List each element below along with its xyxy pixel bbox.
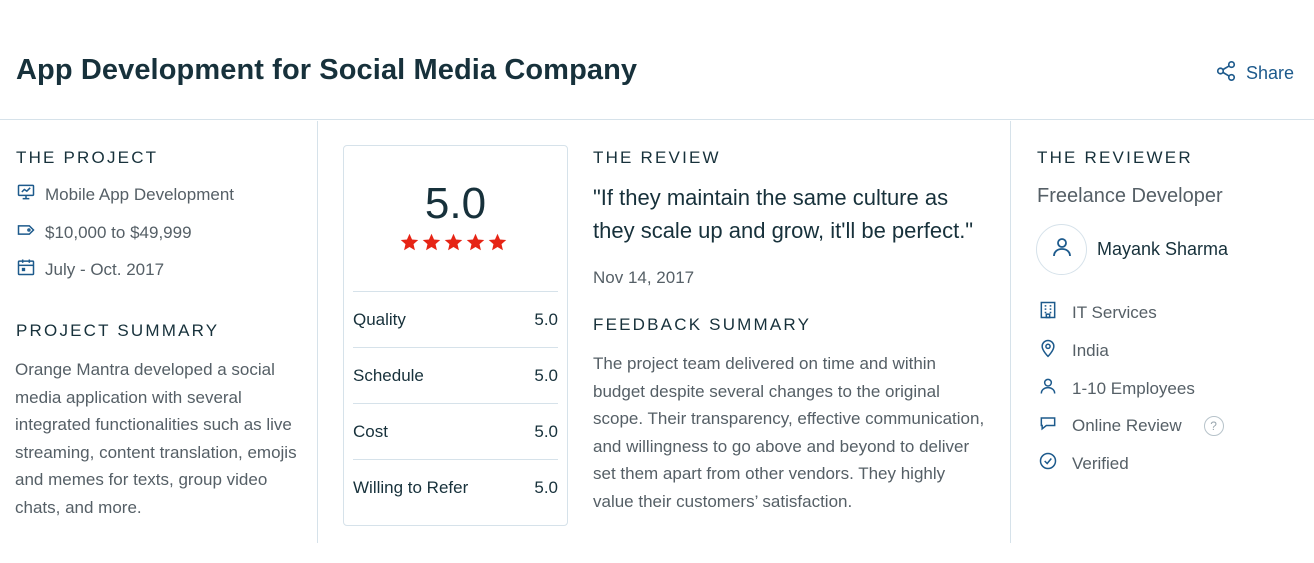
location-pin-icon (1038, 338, 1058, 363)
star-rating (399, 232, 508, 258)
review-section-label: THE REVIEW (593, 148, 721, 167)
building-icon (1038, 300, 1058, 325)
rating-card: 5.0 Quality 5.0 Schedule 5.0 Cost 5.0 Wi… (343, 145, 568, 526)
user-icon (1050, 235, 1074, 264)
column-divider (1010, 121, 1011, 543)
calendar-icon (16, 257, 36, 282)
score-value: 5.0 (534, 365, 558, 385)
project-service: Mobile App Development (16, 182, 234, 207)
star-icon (487, 232, 508, 258)
share-label: Share (1246, 63, 1295, 83)
project-section-label: THE PROJECT (16, 148, 159, 167)
project-summary-label: PROJECT SUMMARY (16, 321, 220, 340)
project-dates-text: July - Oct. 2017 (45, 259, 165, 279)
reviewer-verified-text: Verified (1072, 453, 1129, 473)
help-icon[interactable]: ? (1203, 415, 1224, 436)
score-label: Schedule (353, 365, 424, 385)
reviewer-location-text: India (1072, 340, 1109, 360)
reviewer-company-size: 1-10 Employees (1038, 376, 1195, 401)
reviewer-role: Freelance Developer (1037, 185, 1223, 207)
reviewer-review-type-text: Online Review (1072, 415, 1182, 435)
project-budget-text: $10,000 to $49,999 (45, 222, 192, 242)
price-tag-icon (16, 220, 36, 245)
score-row-cost: Cost 5.0 (353, 403, 558, 459)
project-summary-text: Orange Mantra developed a social media a… (15, 360, 297, 517)
score-label: Quality (353, 309, 406, 329)
reviewer-review-type: Online Review ? (1038, 413, 1224, 438)
review-quote: "If they maintain the same culture as th… (593, 185, 974, 243)
star-icon (421, 232, 442, 258)
reviewer-verified: Verified (1038, 451, 1129, 476)
project-dates: July - Oct. 2017 (16, 257, 164, 282)
score-label: Willing to Refer (353, 477, 469, 497)
reviewer-industry: IT Services (1038, 300, 1157, 325)
chat-bubble-icon (1038, 413, 1058, 438)
score-value: 5.0 (534, 309, 558, 329)
column-divider (317, 121, 318, 543)
review-date: Nov 14, 2017 (593, 268, 695, 287)
page-title: App Development for Social Media Company (16, 54, 638, 86)
overall-rating: 5.0 (424, 179, 487, 228)
project-budget: $10,000 to $49,999 (16, 220, 192, 245)
share-icon (1215, 60, 1237, 87)
feedback-summary-text: The project team delivered on time and w… (593, 354, 985, 511)
reviewer-industry-text: IT Services (1072, 302, 1157, 322)
avatar (1036, 224, 1087, 275)
presentation-icon (16, 182, 36, 207)
reviewer-name: Mayank Sharma (1097, 239, 1229, 259)
star-icon (399, 232, 420, 258)
review-header: App Development for Social Media Company… (0, 0, 1314, 120)
feedback-summary-label: FEEDBACK SUMMARY (593, 315, 812, 334)
star-icon (443, 232, 464, 258)
score-value: 5.0 (534, 477, 558, 497)
project-service-text: Mobile App Development (45, 184, 235, 204)
reviewer-company-size-text: 1-10 Employees (1072, 378, 1195, 398)
score-row-schedule: Schedule 5.0 (353, 347, 558, 403)
score-row-willing-to-refer: Willing to Refer 5.0 (353, 459, 558, 515)
score-label: Cost (353, 421, 388, 441)
reviewer-section-label: THE REVIEWER (1037, 148, 1193, 167)
score-row-quality: Quality 5.0 (353, 291, 558, 347)
score-value: 5.0 (534, 421, 558, 441)
share-button[interactable]: Share (1215, 60, 1294, 87)
person-icon (1038, 376, 1058, 401)
check-circle-icon (1038, 451, 1058, 476)
reviewer-location: India (1038, 338, 1109, 363)
star-icon (465, 232, 486, 258)
